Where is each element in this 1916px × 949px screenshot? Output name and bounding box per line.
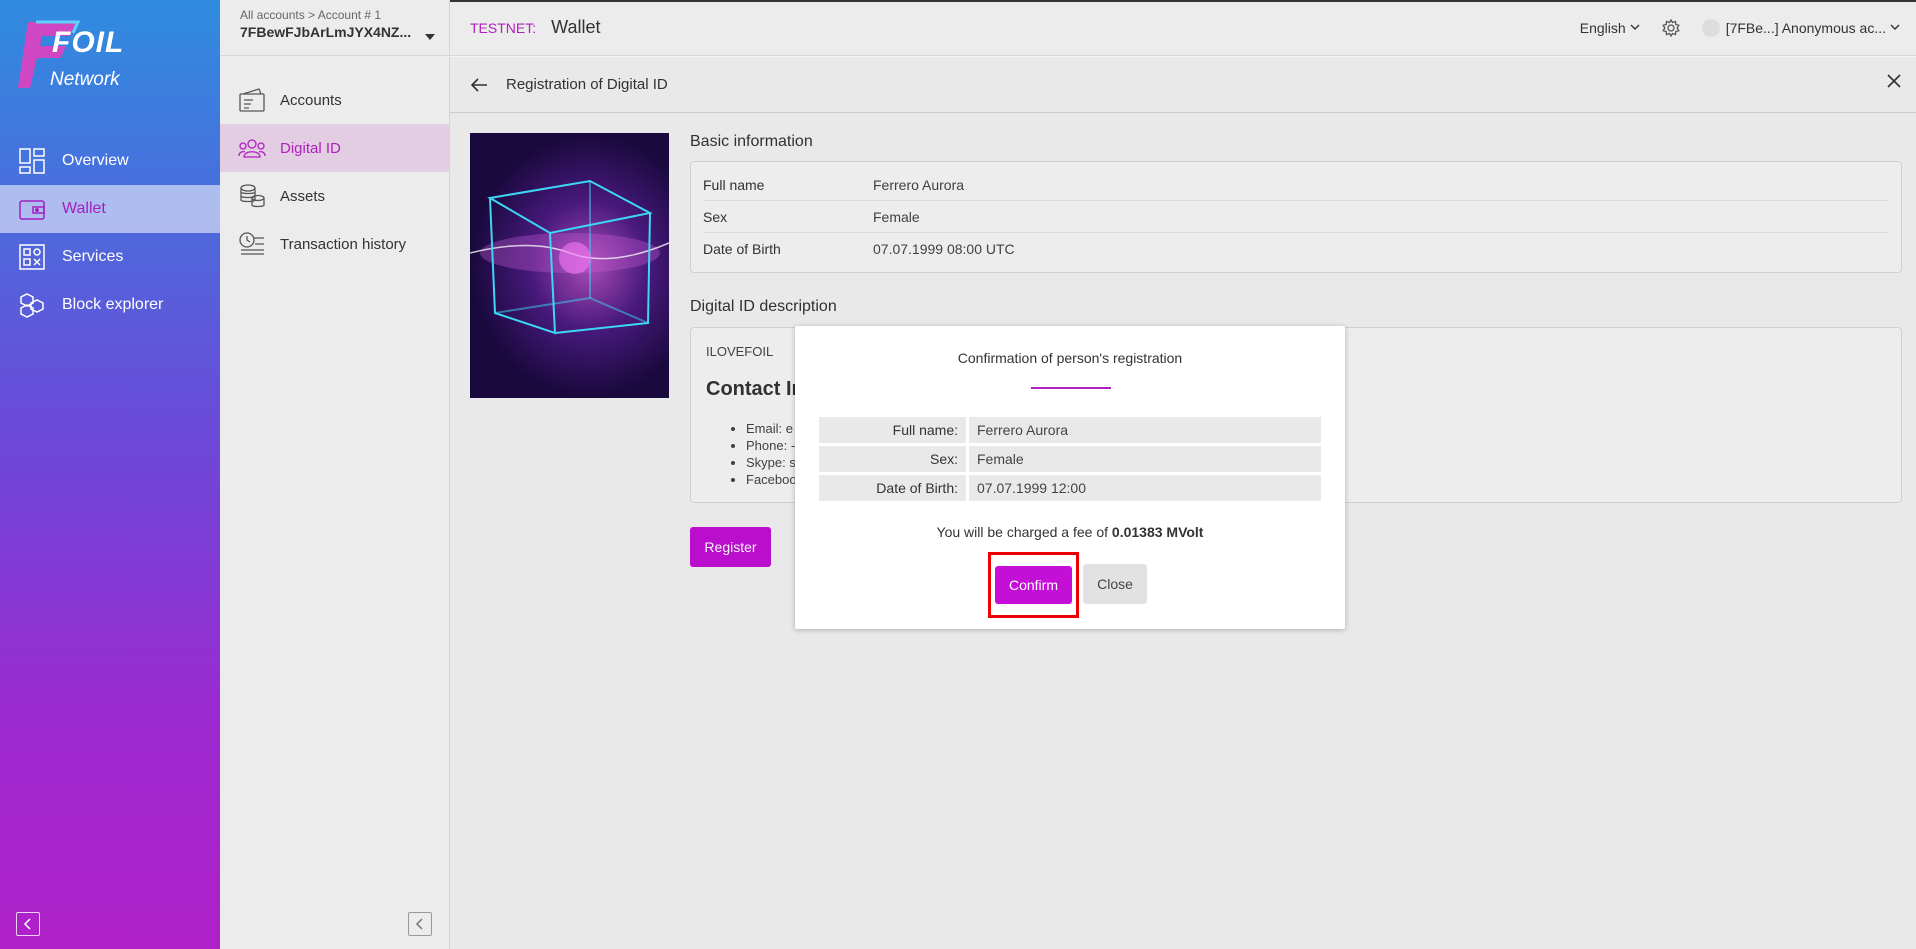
transaction-history-icon	[238, 230, 266, 258]
main-nav-label: Services	[62, 248, 124, 265]
fee-amount: 0.01383 MVolt	[1111, 524, 1204, 540]
chevron-down-icon	[1630, 24, 1640, 30]
detail-value: Ferrero Aurora	[969, 417, 1321, 443]
table-row: Date of Birth: 07.07.1999 12:00	[819, 475, 1321, 501]
main-nav-label: Wallet	[62, 200, 106, 217]
confirm-button[interactable]: Confirm	[995, 566, 1072, 604]
avatar	[1701, 18, 1720, 37]
brand-name: FOIL	[52, 26, 125, 59]
gear-icon[interactable]	[1661, 18, 1680, 37]
modal-title-underline	[1031, 387, 1111, 389]
main-nav-wallet[interactable]: Wallet	[0, 185, 220, 233]
network-label: TESTNET:	[470, 19, 537, 36]
account-breadcrumb: All accounts > Account # 1	[240, 8, 382, 22]
sub-nav-accounts[interactable]: Accounts	[220, 76, 449, 124]
accounts-icon	[238, 86, 266, 114]
user-menu[interactable]: [7FBe...] Anonymous ac...	[1701, 18, 1900, 37]
page-title: Wallet	[551, 17, 601, 37]
top-bar: TESTNET: Wallet English [7FBe...] Anonym…	[450, 0, 1916, 56]
wallet-icon	[18, 195, 46, 223]
brand-sidebar: FOIL Network Overview Wallet Services Bl…	[0, 0, 220, 949]
modal-details-table: Full name: Ferrero Aurora Sex: Female Da…	[819, 414, 1321, 504]
user-name: [7FBe...] Anonymous ac...	[1725, 19, 1886, 36]
table-row: Full name: Ferrero Aurora	[819, 417, 1321, 443]
sub-nav-label: Transaction history	[280, 235, 407, 253]
detail-label: Sex:	[819, 446, 969, 472]
sub-nav-label: Assets	[280, 187, 326, 205]
account-id: 7FBewFJbArLmJYX4NZ...	[240, 24, 412, 40]
sub-nav: Accounts Digital ID Assets Transaction h…	[220, 76, 449, 268]
collapse-subnav-button[interactable]	[408, 912, 432, 936]
digital-id-icon	[238, 134, 266, 162]
collapse-sidebar-button[interactable]	[16, 912, 40, 936]
fee-notice: You will be charged a fee of 0.01383 MVo…	[795, 524, 1345, 540]
main-nav: Overview Wallet Services Block explorer	[0, 137, 220, 329]
chevron-left-icon	[415, 918, 423, 930]
chevron-down-icon	[1890, 24, 1900, 30]
sub-nav-label: Accounts	[280, 91, 342, 109]
detail-label: Full name:	[819, 417, 969, 443]
detail-label: Date of Birth:	[819, 475, 969, 501]
detail-value: 07.07.1999 12:00	[969, 475, 1321, 501]
confirm-highlight: Confirm	[988, 552, 1079, 618]
sub-sidebar: All accounts > Account # 1 7FBewFJbArLmJ…	[220, 0, 450, 949]
main-nav-services[interactable]: Services	[0, 233, 220, 281]
account-selector[interactable]: All accounts > Account # 1 7FBewFJbArLmJ…	[220, 0, 449, 56]
block-explorer-icon	[18, 291, 46, 319]
detail-value: Female	[969, 446, 1321, 472]
modal-title: Confirmation of person's registration	[957, 350, 1183, 366]
language-selector[interactable]: English	[1580, 20, 1640, 36]
brand-subname: Network	[50, 69, 120, 90]
sub-nav-label: Digital ID	[280, 139, 341, 157]
confirmation-modal: Confirmation of person's registration Fu…	[795, 326, 1345, 629]
sub-nav-assets[interactable]: Assets	[220, 172, 449, 220]
language-label: English	[1579, 19, 1626, 36]
caret-down-icon[interactable]	[425, 34, 435, 40]
main-nav-block-explorer[interactable]: Block explorer	[0, 281, 220, 329]
sub-nav-digital-id[interactable]: Digital ID	[220, 124, 449, 172]
chevron-left-icon	[23, 918, 31, 930]
main-nav-label: Block explorer	[62, 296, 164, 313]
main-nav-label: Overview	[62, 152, 129, 169]
fee-prefix: You will be charged a fee of	[936, 524, 1109, 540]
main-nav-overview[interactable]: Overview	[0, 137, 220, 185]
close-button[interactable]: Close	[1083, 564, 1147, 604]
overview-icon	[18, 147, 46, 175]
services-icon	[18, 243, 46, 271]
assets-icon	[238, 182, 266, 210]
table-row: Sex: Female	[819, 446, 1321, 472]
sub-nav-transaction-history[interactable]: Transaction history	[220, 220, 449, 268]
